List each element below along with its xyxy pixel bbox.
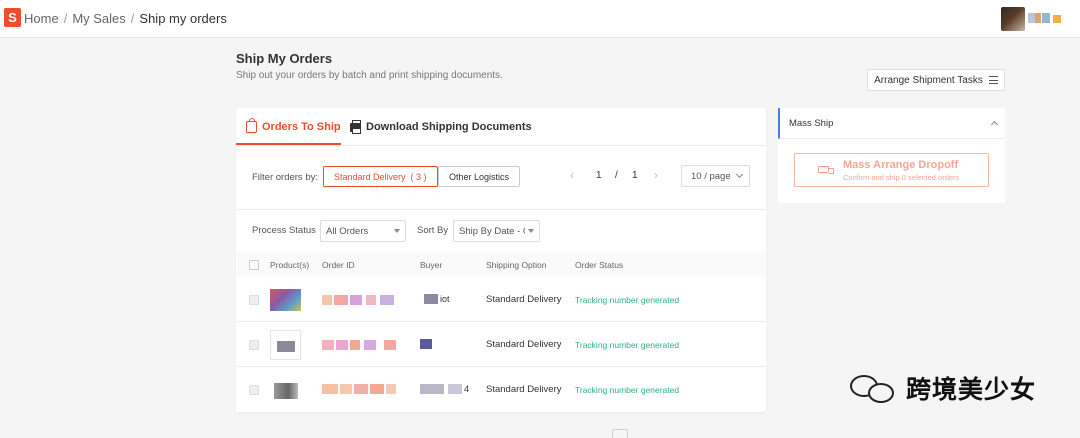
tab-orders-to-ship-label: Orders To Ship [262, 121, 341, 133]
avatar[interactable] [1001, 7, 1025, 31]
menu-icon [988, 76, 998, 84]
printer-icon [350, 119, 361, 134]
sort-by-select[interactable]: Ship By Date - C [453, 220, 540, 242]
chevron-up-icon[interactable] [990, 120, 999, 129]
shipping-option: Standard Delivery [486, 339, 562, 350]
process-status-select[interactable]: All Orders [320, 220, 406, 242]
wechat-icon [848, 371, 900, 405]
process-status-label: Process Status [252, 225, 316, 236]
header-order-id: Order ID [322, 260, 355, 270]
dropdown-arrow-icon [394, 229, 400, 233]
total-pages: 1 [632, 170, 638, 181]
filter-label: Filter orders by: [252, 172, 318, 183]
next-page-icon[interactable]: › [654, 168, 658, 182]
row-checkbox[interactable] [249, 295, 259, 305]
watermark-text: 跨境美少女 [906, 376, 1037, 404]
row-checkbox[interactable] [249, 340, 259, 350]
product-thumbnail [270, 285, 301, 315]
order-status: Tracking number generated [575, 385, 680, 395]
page-title: Ship My Orders [236, 51, 333, 66]
breadcrumb-separator: / [130, 11, 135, 26]
tab-orders-to-ship[interactable]: Orders To Ship [246, 108, 341, 146]
active-tab-indicator [236, 143, 341, 145]
filter-standard-delivery-chip[interactable]: Standard Delivery ( 3 ) [323, 166, 438, 187]
breadcrumb-my-sales[interactable]: My Sales [72, 11, 125, 26]
row-checkbox[interactable] [249, 385, 259, 395]
header-products: Product(s) [270, 260, 310, 270]
filter-other-logistics-chip[interactable]: Other Logistics [438, 166, 521, 187]
breadcrumb-home[interactable]: Home [24, 11, 59, 26]
top-bar: S Home / My Sales / Ship my orders [0, 0, 1080, 38]
arrange-shipment-tasks-button[interactable]: Arrange Shipment Tasks [867, 69, 1005, 91]
breadcrumb-separator: / [63, 11, 68, 26]
page-separator: / [615, 170, 618, 181]
shipping-option: Standard Delivery [486, 294, 562, 305]
mass-ship-header[interactable]: Mass Ship [778, 108, 1005, 139]
arrange-shipment-tasks-label: Arrange Shipment Tasks [874, 74, 983, 86]
table-row[interactable]: iot Standard Delivery Tracking number ge… [236, 277, 766, 322]
mass-arrange-dropoff-button[interactable]: Mass Arrange Dropoff Confirm and ship 0 … [794, 153, 989, 187]
buyer-name-redacted: iot [424, 294, 464, 304]
buyer-name-redacted [420, 339, 440, 349]
sort-by-value: Ship By Date - C [459, 225, 525, 237]
order-id-redacted[interactable] [322, 384, 402, 394]
orders-card: Orders To Ship Download Shipping Documen… [236, 108, 766, 412]
tab-bar: Orders To Ship Download Shipping Documen… [236, 108, 766, 146]
order-status: Tracking number generated [575, 295, 680, 305]
sort-by-label: Sort By [417, 225, 449, 236]
wechat-watermark: 跨境美少女 [848, 370, 1036, 406]
divider [236, 209, 766, 210]
order-id-redacted[interactable] [322, 295, 402, 305]
account-name-redacted[interactable] [1028, 13, 1062, 25]
prev-page-icon[interactable]: ‹ [570, 168, 574, 182]
mass-arrange-dropoff-label: Mass Arrange Dropoff [843, 159, 959, 171]
page-size-select[interactable]: 10 / page [681, 165, 750, 187]
select-all-checkbox[interactable] [249, 260, 259, 270]
buyer-name-suffix: 4 [464, 384, 470, 394]
tab-download-label: Download Shipping Documents [366, 121, 532, 133]
table-header: Product(s) Order ID Buyer Shipping Optio… [236, 253, 766, 277]
mass-ship-panel: Mass Ship Mass Arrange Dropoff Confirm a… [778, 108, 1005, 203]
tab-download-shipping-documents[interactable]: Download Shipping Documents [350, 108, 532, 146]
shopping-bag-icon [246, 118, 257, 133]
breadcrumb-current: Ship my orders [139, 11, 227, 26]
mass-arrange-dropoff-sublabel: Confirm and ship 0 selected orders [843, 173, 960, 182]
shopee-logo-icon[interactable]: S [4, 8, 21, 27]
buyer-name-redacted: 4 [420, 384, 472, 394]
product-thumbnail [270, 375, 301, 405]
chevron-down-icon [735, 170, 743, 179]
header-order-status: Order Status [575, 260, 624, 270]
table-row[interactable]: Standard Delivery Tracking number genera… [236, 322, 766, 367]
dropdown-arrow-icon [528, 229, 534, 233]
mass-ship-title: Mass Ship [789, 118, 834, 129]
current-page: 1 [596, 170, 602, 181]
order-id-redacted[interactable] [322, 340, 402, 350]
buyer-name-suffix: iot [440, 294, 450, 304]
product-thumbnail [270, 330, 301, 360]
order-status: Tracking number generated [575, 340, 680, 350]
header-buyer: Buyer [420, 260, 443, 270]
shopping-bag-icon [612, 429, 628, 438]
truck-icon [818, 166, 834, 174]
shipping-option: Standard Delivery [486, 384, 562, 395]
process-status-value: All Orders [326, 225, 369, 237]
page-subtitle: Ship out your orders by batch and print … [236, 70, 503, 81]
header-shipping-option: Shipping Option [486, 260, 547, 270]
page-size-value: 10 / page [691, 170, 731, 182]
table-row[interactable]: 4 Standard Delivery Tracking number gene… [236, 367, 766, 412]
breadcrumb: Home / My Sales / Ship my orders [24, 11, 227, 26]
